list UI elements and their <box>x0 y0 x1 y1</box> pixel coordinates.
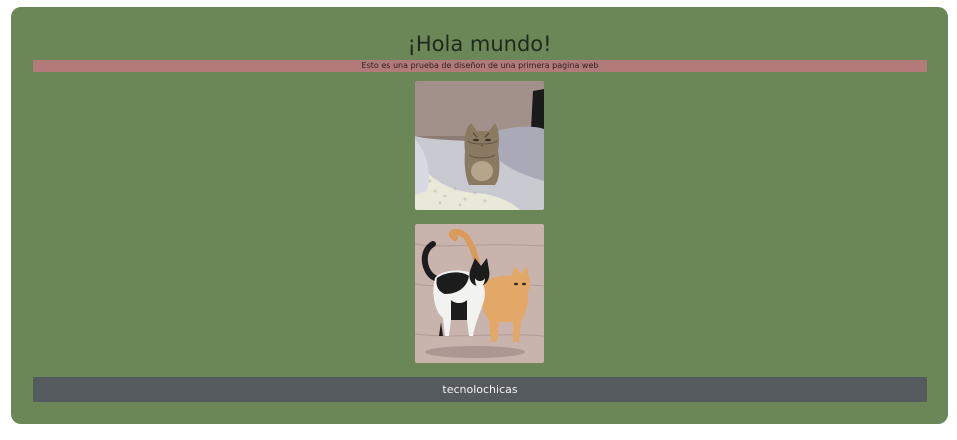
kitten-on-bed-image <box>415 81 544 210</box>
page-card: ¡Hola mundo! Esto es una prueba de diseñ… <box>11 7 948 424</box>
page-title: ¡Hola mundo! <box>407 32 552 56</box>
footer-bar: tecnolochicas <box>33 377 927 402</box>
kitten-on-bed-illustration <box>415 81 544 210</box>
two-cats-illustration <box>415 224 544 363</box>
two-cats-image <box>415 224 544 363</box>
subtitle-banner: Esto es una prueba de diseñon de una pri… <box>33 60 927 72</box>
